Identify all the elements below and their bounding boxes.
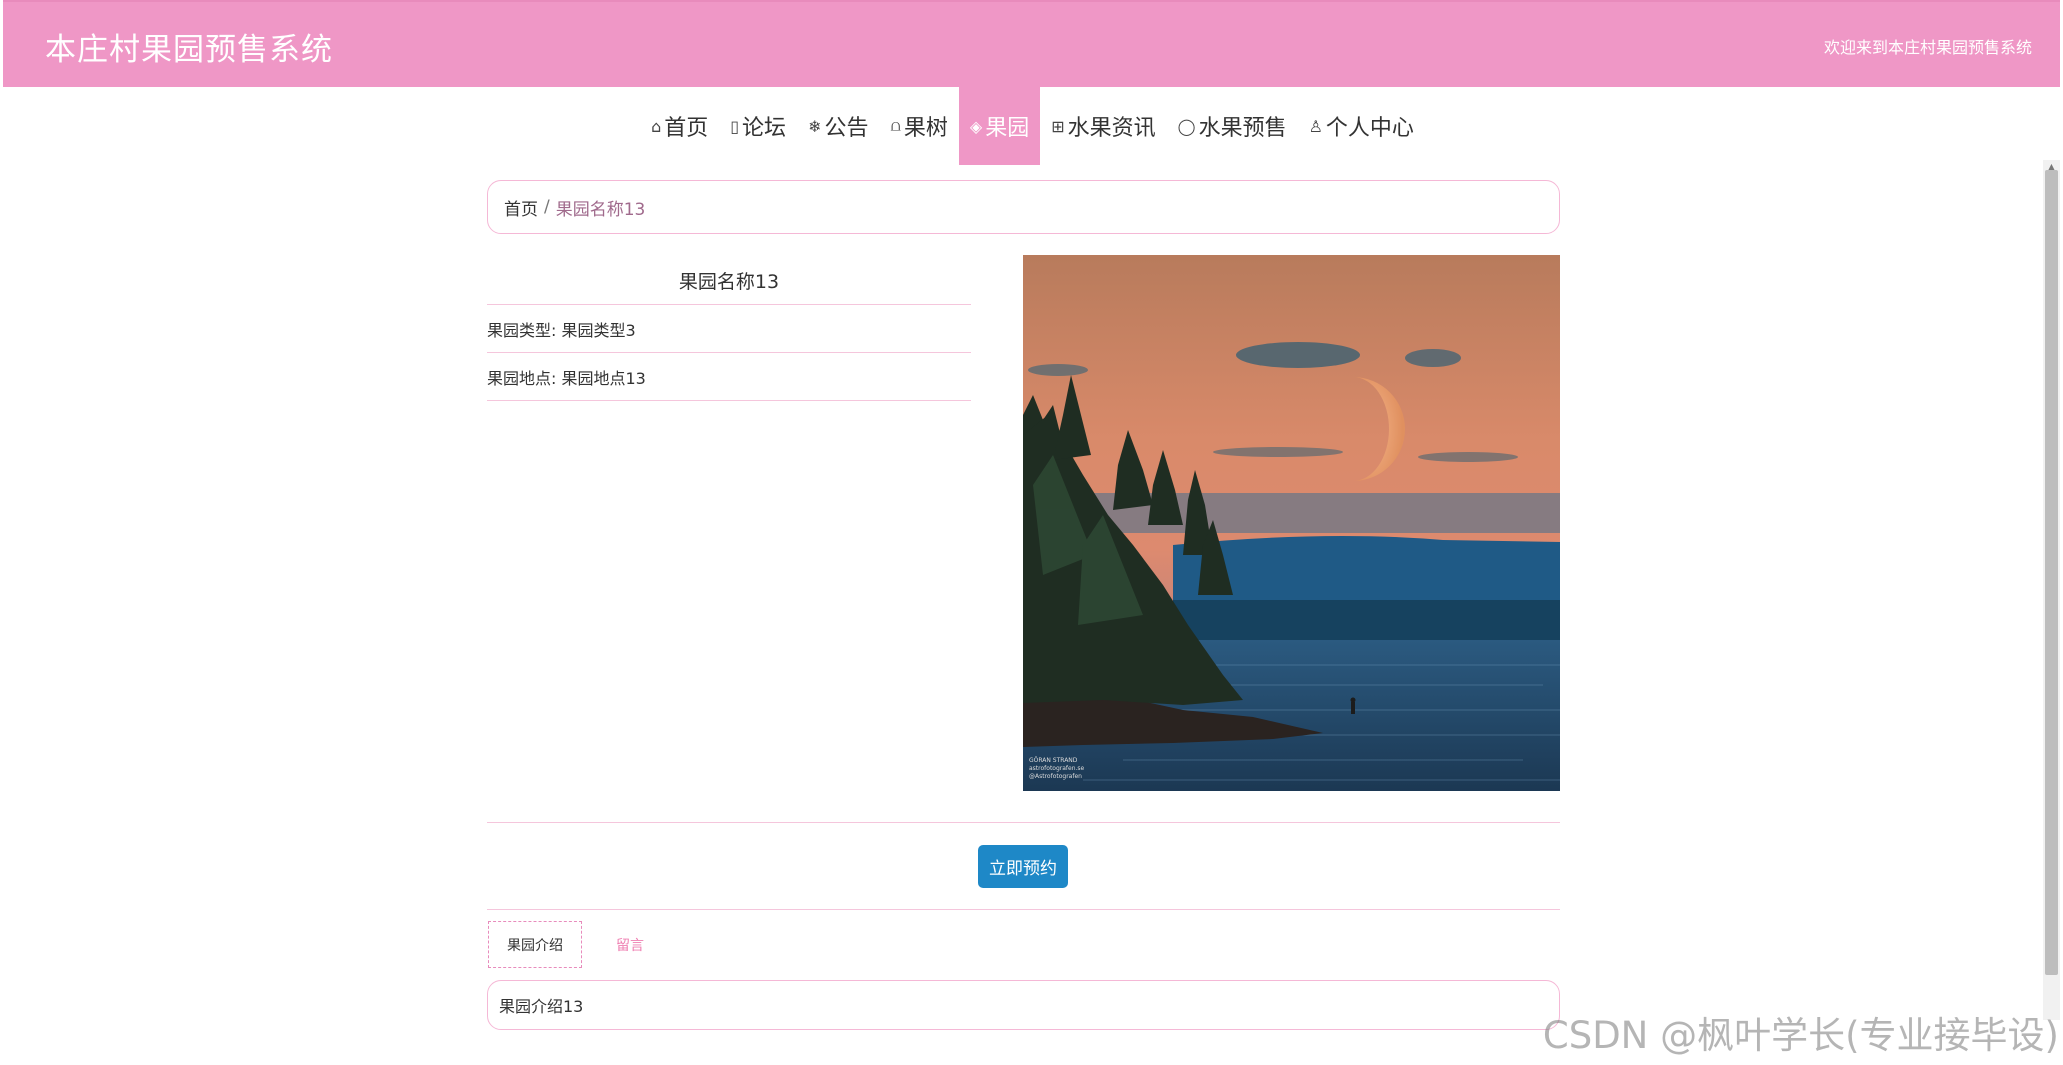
page-scrollbar[interactable]: ▲ (2043, 160, 2060, 1020)
tab-comment[interactable]: 留言 (600, 921, 660, 968)
gift-icon: ⊞ (1051, 116, 1065, 136)
nav-item-label: 水果资讯 (1067, 116, 1156, 141)
nav-item-fruit-presale[interactable]: ◯ 水果预售 (1167, 87, 1298, 165)
book-icon: ⩍ (890, 116, 901, 135)
layers-icon: ◈ (969, 116, 983, 136)
scroll-thumb[interactable] (2045, 170, 2058, 975)
tab-intro[interactable]: 果园介绍 (488, 921, 582, 968)
breadcrumb: 首页 / 果园名称13 (487, 180, 1560, 234)
site-header: 本庄村果园预售系统 欢迎来到本庄村果园预售系统 (3, 0, 2060, 87)
clock-icon: ◯ (1177, 116, 1196, 136)
photo-credit-handle: @Astrofotografen (1029, 773, 1082, 780)
orchard-name: 果园名称13 (487, 256, 971, 305)
home-icon: ⌂ (651, 116, 662, 136)
main-nav: ⌂ 首页 ▯ 论坛 ❄ 公告 ⩍ 果树 ◈ 果园 ⊞ 水果资讯 ◯ 水果预售 ♙… (0, 87, 2063, 165)
nav-item-label: 水果预售 (1198, 116, 1287, 141)
welcome-text: 欢迎来到本庄村果园预售系统 (1823, 38, 2032, 57)
nav-item-label: 个人中心 (1325, 116, 1414, 141)
breadcrumb-separator: / (544, 197, 550, 217)
user-icon: ♙ (1308, 116, 1323, 136)
nav-item-label: 果树 (903, 116, 948, 141)
snowflake-icon: ❄ (808, 116, 822, 136)
site-title[interactable]: 本庄村果园预售系统 (45, 24, 333, 69)
nav-item-fruit-tree[interactable]: ⩍ 果树 (879, 87, 958, 165)
reserve-button[interactable]: 立即预约 (978, 845, 1068, 888)
intro-content: 果园介绍13 (487, 980, 1560, 1030)
orchard-photo: GÖRAN STRAND astrofotografen.se @Astrofo… (1023, 255, 1560, 791)
page: 本庄村果园预售系统 欢迎来到本庄村果园预售系统 ⌂ 首页 ▯ 论坛 ❄ 公告 ⩍… (0, 0, 2063, 1065)
document-icon: ▯ (730, 116, 740, 136)
orchard-location: 果园地点: 果园地点13 (487, 353, 971, 401)
nav-item-label: 首页 (664, 116, 709, 141)
photo-credit-name: GÖRAN STRAND (1029, 757, 1078, 764)
nav-item-personal-center[interactable]: ♙ 个人中心 (1298, 87, 1425, 165)
breadcrumb-current: 果园名称13 (555, 199, 646, 220)
photo-credit-site: astrofotografen.se (1029, 765, 1085, 772)
divider (487, 909, 1560, 910)
orchard-type: 果园类型: 果园类型3 (487, 305, 971, 353)
watermark: CSDN @枫叶学长(专业接毕设) (1542, 1014, 2059, 1057)
nav-item-fruit-news[interactable]: ⊞ 水果资讯 (1040, 87, 1166, 165)
nav-item-home[interactable]: ⌂ 首页 (640, 87, 719, 165)
nav-item-orchard[interactable]: ◈ 果园 (958, 87, 1041, 165)
intro-text: 果园介绍13 (499, 997, 584, 1016)
nav-item-forum[interactable]: ▯ 论坛 (719, 87, 797, 165)
nav-item-label: 果园 (985, 116, 1030, 141)
orchard-info: 果园名称13 果园类型: 果园类型3 果园地点: 果园地点13 (487, 256, 971, 401)
divider (487, 822, 1560, 823)
nav-item-notice[interactable]: ❄ 公告 (797, 87, 879, 165)
nav-item-label: 论坛 (742, 116, 787, 141)
nav-item-label: 公告 (824, 116, 869, 141)
breadcrumb-home-link[interactable]: 首页 (504, 195, 538, 220)
